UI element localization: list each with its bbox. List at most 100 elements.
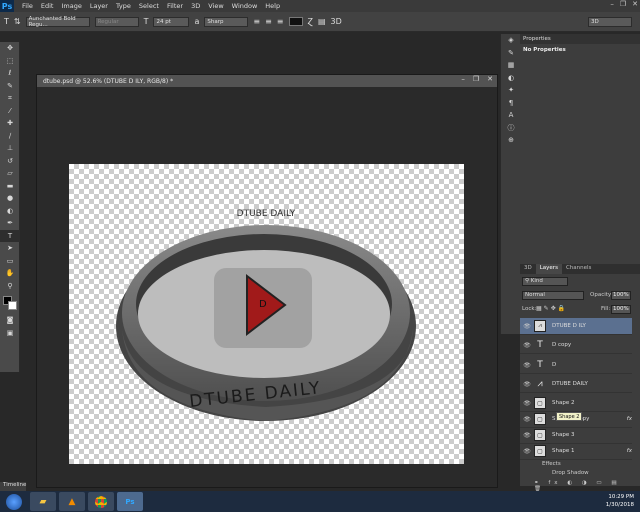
- doc-minimize-icon[interactable]: –: [461, 75, 465, 83]
- brush-tool-icon[interactable]: ∕: [0, 130, 20, 143]
- menu-layer[interactable]: Layer: [86, 2, 112, 10]
- tab-layers[interactable]: Layers: [535, 264, 562, 274]
- layer-panel-footer-icons[interactable]: ⚭ fx ◐ ◑ ▭ ▤ 🗑: [534, 480, 630, 492]
- gradient-tool-icon[interactable]: ▬: [0, 180, 20, 193]
- crop-tool-icon[interactable]: ⌗: [0, 92, 20, 105]
- tab-channels[interactable]: Channels: [562, 264, 595, 274]
- menu-window[interactable]: Window: [228, 2, 262, 10]
- pen-tool-icon[interactable]: ✒: [0, 217, 20, 230]
- text-color-swatch[interactable]: [288, 17, 303, 26]
- eye-icon[interactable]: 👁: [520, 362, 534, 369]
- eye-icon[interactable]: 👁: [520, 323, 534, 330]
- layer-row[interactable]: 👁 T D: [520, 357, 632, 374]
- doc-close-icon[interactable]: ✕: [487, 75, 493, 83]
- healing-tool-icon[interactable]: ✚: [0, 117, 20, 130]
- eye-icon[interactable]: 👁: [520, 381, 534, 388]
- adjustments-panel-icon[interactable]: ◐: [501, 72, 521, 85]
- eye-icon[interactable]: 👁: [520, 342, 534, 349]
- clock-date[interactable]: 1/30/2018: [606, 501, 634, 509]
- 3d-icon[interactable]: 3D: [331, 17, 342, 26]
- styles-panel-icon[interactable]: ✦: [501, 84, 521, 97]
- layer-row[interactable]: 👁 ⩘ DTUBE DAILY: [520, 376, 632, 393]
- effect-drop-shadow[interactable]: Drop Shadow: [552, 470, 589, 476]
- lasso-tool-icon[interactable]: ℓ: [0, 67, 20, 80]
- layer-row[interactable]: 👁 T D copy: [520, 337, 632, 354]
- type-tool-icon[interactable]: T: [0, 229, 20, 242]
- minimize-icon[interactable]: –: [610, 0, 614, 8]
- eye-icon[interactable]: 👁: [520, 416, 534, 423]
- menu-filter[interactable]: Filter: [163, 2, 187, 10]
- menu-help[interactable]: Help: [261, 2, 284, 10]
- marquee-tool-icon[interactable]: ⬚: [0, 55, 20, 68]
- paragraph-panel-icon[interactable]: ¶: [501, 97, 521, 110]
- lock-icons[interactable]: ▦✎✥🔒: [536, 305, 567, 312]
- warp-text-icon[interactable]: Ɀ: [308, 17, 313, 26]
- restore-icon[interactable]: ❐: [620, 0, 626, 8]
- align-right-icon[interactable]: ≡: [277, 17, 284, 26]
- swatches-panel-icon[interactable]: ▦: [501, 59, 521, 72]
- color-swatches[interactable]: [0, 292, 20, 314]
- info-panel-icon[interactable]: ⓘ: [501, 122, 521, 135]
- stamp-tool-icon[interactable]: ⊥: [0, 142, 20, 155]
- toggle-orientation-icon[interactable]: ⇅: [14, 17, 21, 26]
- blur-tool-icon[interactable]: ●: [0, 192, 20, 205]
- eyedropper-tool-icon[interactable]: ⁄: [0, 105, 20, 118]
- character-panel-icon[interactable]: ▤: [318, 17, 326, 26]
- menu-file[interactable]: File: [18, 2, 37, 10]
- quick-mask-icon[interactable]: ◙: [0, 314, 20, 327]
- opacity-input[interactable]: 100%: [611, 291, 631, 300]
- dodge-tool-icon[interactable]: ◐: [0, 205, 20, 218]
- layer-row[interactable]: 👁 ▢ Shape 1 fx: [520, 443, 632, 460]
- layer-row[interactable]: 👁 ⩘ DTUBE D ILY: [520, 318, 632, 335]
- layer-row[interactable]: 👁 ▢ Shape 2: [520, 395, 632, 412]
- menu-edit[interactable]: Edit: [37, 2, 58, 10]
- menu-image[interactable]: Image: [57, 2, 85, 10]
- align-left-icon[interactable]: ≡: [253, 17, 260, 26]
- eye-icon[interactable]: 👁: [520, 400, 534, 407]
- photoshop-taskbar-icon[interactable]: Ps: [117, 492, 143, 511]
- vlc-icon[interactable]: ▲: [59, 492, 85, 511]
- align-center-icon[interactable]: ≡: [265, 17, 272, 26]
- type-tool-icon[interactable]: T: [4, 17, 9, 26]
- eye-icon[interactable]: 👁: [520, 448, 534, 455]
- doc-restore-icon[interactable]: ❐: [473, 75, 479, 83]
- timeline-tab[interactable]: Timeline: [0, 482, 26, 491]
- hand-tool-icon[interactable]: ✋: [0, 267, 20, 280]
- menu-select[interactable]: Select: [135, 2, 163, 10]
- eraser-tool-icon[interactable]: ▱: [0, 167, 20, 180]
- document-canvas[interactable]: D DTUBE DAILY DTUBE DAILY: [69, 164, 464, 464]
- brush-panel-icon[interactable]: ✎: [501, 47, 521, 60]
- fx-icon[interactable]: fx: [627, 416, 632, 422]
- blend-mode-select[interactable]: Normal: [522, 291, 584, 300]
- shape-tool-icon[interactable]: ▭: [0, 255, 20, 268]
- zoom-tool-icon[interactable]: ⚲: [0, 280, 20, 293]
- properties-tab[interactable]: Properties: [520, 34, 640, 44]
- file-explorer-icon[interactable]: ▰: [30, 492, 56, 511]
- quick-select-tool-icon[interactable]: ✎: [0, 80, 20, 93]
- workspace-select[interactable]: 3D: [588, 16, 632, 27]
- fx-icon[interactable]: fx: [627, 448, 632, 454]
- clock-time[interactable]: 10:29 PM: [606, 493, 634, 501]
- chrome-icon[interactable]: [88, 492, 114, 511]
- move-tool-icon[interactable]: ✥: [0, 42, 20, 55]
- layer-row[interactable]: 👁 ▢ Shape 3: [520, 427, 632, 444]
- close-icon[interactable]: ✕: [632, 0, 638, 8]
- font-style-select[interactable]: Regular: [94, 16, 139, 27]
- tab-3d[interactable]: 3D: [520, 264, 536, 274]
- document-title-bar[interactable]: dtube.psd @ 52.6% (DTUBE D ILY, RGB/8) *…: [37, 75, 497, 87]
- layer-filter-select[interactable]: ⚲ Kind: [522, 277, 568, 286]
- screen-mode-icon[interactable]: ▣: [0, 327, 20, 340]
- antialias-select[interactable]: Sharp: [204, 16, 249, 27]
- history-panel-icon[interactable]: ◈: [501, 34, 521, 47]
- font-size-select[interactable]: 24 pt: [153, 16, 190, 27]
- menu-3d[interactable]: 3D: [187, 2, 204, 10]
- history-brush-icon[interactable]: ↺: [0, 155, 20, 168]
- start-button[interactable]: [6, 493, 22, 510]
- menu-type[interactable]: Type: [112, 2, 135, 10]
- path-select-icon[interactable]: ➤: [0, 242, 20, 255]
- character-panel-icon[interactable]: A: [501, 109, 521, 122]
- eye-icon[interactable]: 👁: [520, 432, 534, 439]
- font-family-select[interactable]: Aunchanted Bold Regu...: [25, 16, 90, 28]
- menu-view[interactable]: View: [204, 2, 227, 10]
- navigator-panel-icon[interactable]: ⊕: [501, 134, 521, 147]
